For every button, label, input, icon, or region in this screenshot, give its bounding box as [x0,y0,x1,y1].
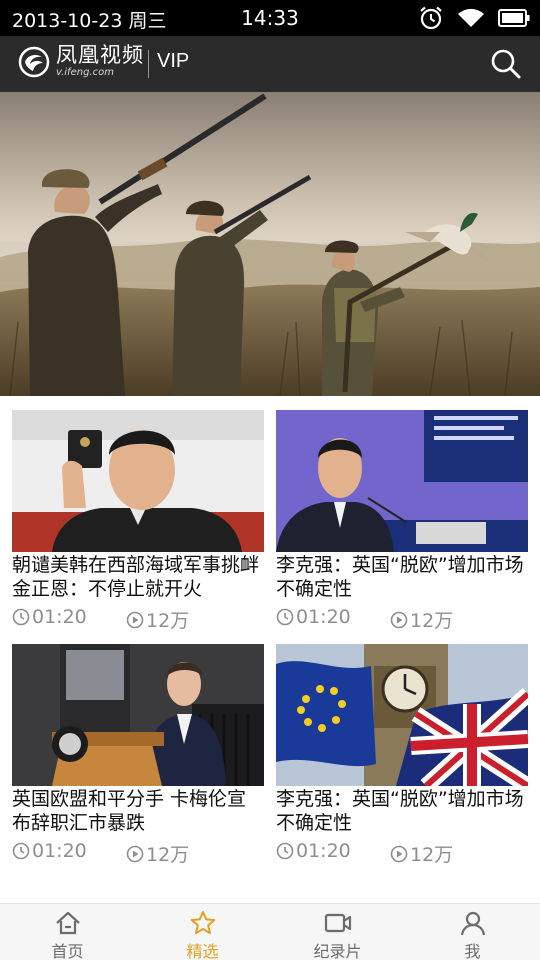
duration-text: 01:20 [32,840,87,862]
clock-icon [276,608,294,626]
duration: 01:20 [12,840,87,862]
status-icons [418,5,530,31]
video-meta: 01:20 12万 [276,606,528,633]
play-icon [126,611,144,628]
duration-text: 01:20 [32,606,87,628]
tab-label: 我 [464,942,481,960]
view-count-text: 12万 [410,844,454,866]
logo-name: 凤凰视频 [56,43,144,67]
duration-text: 01:20 [296,840,351,862]
alarm-clock-icon [420,6,442,30]
video-thumbnail[interactable] [12,410,264,552]
bottom-nav: 首页 精选 纪录片 我 [0,903,540,960]
phoenix-logo-icon [18,46,50,77]
star-icon [190,911,215,935]
video-card[interactable]: 李克强：英国“脱欧”增加市场不确定性 01:20 12万 [276,644,528,868]
clock-icon [276,842,294,860]
video-thumbnail[interactable] [276,644,528,786]
view-count-text: 12万 [146,610,190,632]
logo-url: v.ifeng.com [56,67,114,78]
search-icon[interactable] [490,48,522,80]
home-icon [55,911,80,935]
app-header: 凤凰视频 v.ifeng.com VIP [0,36,540,92]
video-card[interactable]: 英国欧盟和平分手 卡梅伦宣布辞职汇市暴跌 01:20 12万 [12,644,264,868]
clock-icon [12,608,30,626]
video-title[interactable]: 英国欧盟和平分手 卡梅伦宣布辞职汇市暴跌 [12,787,264,835]
tab-label: 精选 [186,942,219,960]
header-divider [148,50,149,78]
video-camera-icon [324,913,351,933]
video-card[interactable]: 朝谴美韩在西部海域军事挑衅 金正恩：不停止就开火 01:20 12万 [12,410,264,634]
tab-me[interactable]: 我 [405,904,540,960]
video-meta: 01:20 12万 [12,606,264,633]
clock-icon [12,842,30,860]
video-thumbnail[interactable] [12,644,264,786]
tab-label: 纪录片 [313,942,362,960]
view-count-text: 12万 [410,610,454,632]
hero-image [0,92,540,396]
view-count: 12万 [126,606,189,633]
duration-text: 01:20 [296,606,351,628]
duration: 01:20 [276,606,351,628]
video-title[interactable]: 李克强：英国“脱欧”增加市场不确定性 [276,553,528,601]
video-thumbnail[interactable] [276,410,528,552]
video-card[interactable]: 李克强：英国“脱欧”增加市场不确定性 01:20 12万 [276,410,528,634]
view-count: 12万 [390,840,453,867]
video-meta: 01:20 12万 [12,840,264,867]
play-icon [390,845,408,862]
tab-featured[interactable]: 精选 [135,904,270,960]
vip-label[interactable]: VIP [157,50,189,73]
duration: 01:20 [276,840,351,862]
video-meta: 01:20 12万 [276,840,528,867]
play-icon [126,845,144,862]
duration: 01:20 [12,606,87,628]
view-count: 12万 [390,606,453,633]
wifi-icon [458,8,484,27]
user-icon [460,911,485,936]
status-bar: 2013-10-23 周三 14:33 [0,0,540,36]
tab-label: 首页 [51,942,84,960]
tab-home[interactable]: 首页 [0,904,135,960]
play-icon [390,611,408,628]
video-title[interactable]: 李克强：英国“脱欧”增加市场不确定性 [276,787,528,835]
tab-documentary[interactable]: 纪录片 [270,904,405,960]
view-count-text: 12万 [146,844,190,866]
battery-icon [498,9,530,27]
view-count: 12万 [126,840,189,867]
hero-banner[interactable] [0,92,540,396]
ifeng-logo[interactable]: 凤凰视频 v.ifeng.com [18,45,144,78]
video-title[interactable]: 朝谴美韩在西部海域军事挑衅 金正恩：不停止就开火 [12,553,264,601]
